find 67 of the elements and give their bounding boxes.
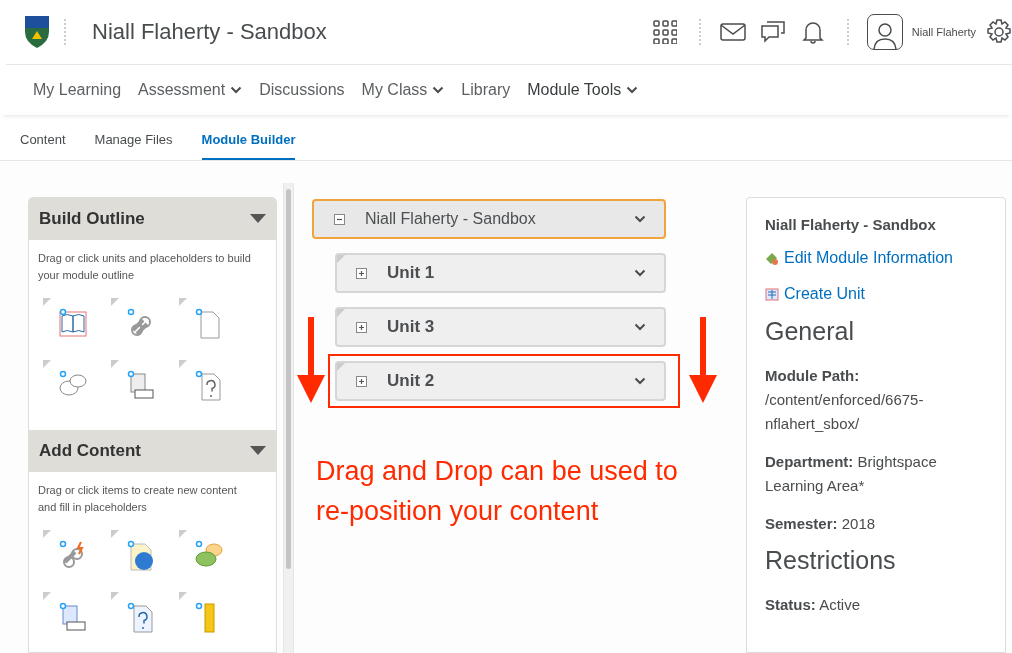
annotation-caption: Drag and Drop can be used to re-position your content	[316, 455, 679, 528]
palette-header[interactable]: Build Outline	[29, 198, 276, 240]
detail-text: Department: Brightspace Learning Area*	[765, 452, 938, 496]
corner-marker-icon	[111, 592, 119, 600]
unit-icon	[765, 287, 779, 301]
node-label: Unit 2	[387, 371, 436, 391]
settings-icon[interactable]	[986, 19, 1012, 45]
palette-hint: Drag or click items to create new content and fill in placeholders	[38, 483, 238, 515]
nav-link[interactable]: Module Tools	[527, 81, 639, 99]
node-label: Niall Flaherty - Sandbox	[365, 210, 537, 228]
dropdown-caret-icon	[634, 269, 646, 277]
section-heading: Restrictions	[765, 546, 897, 575]
palette-header[interactable]: Add Content	[29, 430, 276, 472]
palette-title: Add Content	[39, 441, 141, 461]
collapse-caret-icon[interactable]	[250, 446, 266, 456]
detail-text: Status: Active	[765, 595, 862, 615]
tree-node[interactable]: Unit 1	[335, 253, 666, 293]
book-icon[interactable]	[57, 308, 89, 340]
tab[interactable]: Manage Files	[94, 132, 173, 160]
corner-marker-icon	[111, 530, 119, 538]
file-tray-icon[interactable]	[57, 602, 89, 634]
dropdown-caret-icon	[634, 215, 646, 223]
corner-marker-icon	[179, 298, 187, 306]
module-title: Niall Flaherty - Sandbox	[92, 19, 328, 45]
expand-toggle-icon[interactable]	[356, 375, 367, 387]
collapse-toggle-icon[interactable]	[334, 213, 345, 225]
corner-marker-icon	[179, 360, 187, 368]
tab[interactable]: Content	[20, 132, 66, 160]
info-title: Niall Flaherty - Sandbox	[765, 216, 937, 233]
info-link[interactable]: Edit Module Information	[765, 249, 987, 267]
palette-title: Build Outline	[39, 209, 145, 229]
corner-marker-icon	[179, 592, 187, 600]
corner-marker-icon	[43, 530, 51, 538]
nav-link[interactable]: Library	[461, 81, 511, 99]
corner-marker-icon	[43, 592, 51, 600]
tree-node[interactable]: Unit 3	[335, 307, 666, 347]
scrollbar[interactable]	[283, 183, 294, 653]
detail-text: Module Path: /content/enforced/6675-nflahert_sbox/	[765, 366, 925, 434]
collapse-caret-icon[interactable]	[250, 214, 266, 224]
user-name[interactable]: Niall Flaherty	[911, 26, 976, 38]
info-link[interactable]: Create Unit	[765, 285, 987, 303]
corner-marker-icon	[43, 298, 51, 306]
dropdown-caret-icon	[634, 323, 646, 331]
tree-node[interactable]: Unit 2	[335, 361, 666, 401]
file-tray-icon[interactable]	[125, 370, 157, 402]
nav-link[interactable]: My Class	[361, 81, 445, 99]
palette-hint: Drag or click units and placeholders to build your module outline	[38, 251, 252, 283]
node-label: Unit 1	[387, 263, 436, 283]
nav-link[interactable]: Discussions	[259, 81, 345, 99]
expand-toggle-icon[interactable]	[356, 321, 367, 333]
dropdown-caret-icon	[634, 377, 646, 385]
node-label: Unit 3	[387, 317, 436, 337]
university-crest-logo	[24, 15, 50, 49]
corner-marker-icon	[337, 309, 345, 317]
corner-marker-icon	[337, 363, 345, 371]
user-avatar[interactable]	[866, 14, 903, 50]
corner-marker-icon	[179, 530, 187, 538]
nav-link[interactable]: Assessment	[138, 81, 243, 99]
section-heading: General	[765, 317, 855, 346]
corner-marker-icon	[111, 298, 119, 306]
corner-marker-icon	[337, 255, 345, 263]
detail-text: Semester: 2018	[765, 514, 877, 534]
tree-node[interactable]: Niall Flaherty - Sandbox	[312, 199, 666, 239]
nav-link[interactable]: My Learning	[33, 81, 122, 99]
corner-marker-icon	[111, 360, 119, 368]
expand-toggle-icon[interactable]	[356, 267, 367, 279]
corner-marker-icon	[43, 360, 51, 368]
